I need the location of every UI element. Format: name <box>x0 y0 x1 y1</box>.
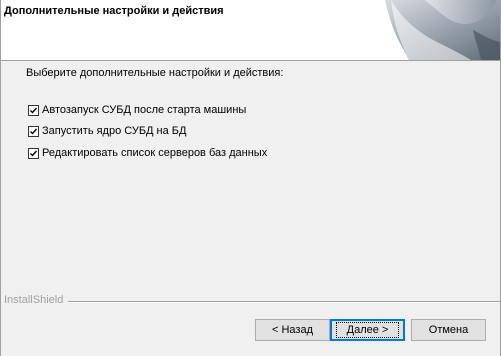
checkbox-autostart[interactable] <box>28 104 39 116</box>
option-autostart[interactable]: Автозапуск СУБД после старта машины <box>28 103 246 117</box>
header-banner: Дополнительные настройки и действия <box>0 0 501 61</box>
banner-art-image <box>385 0 501 60</box>
back-button[interactable]: < Назад <box>255 319 330 341</box>
window-left-border <box>0 0 1 356</box>
cancel-button[interactable]: Отмена <box>411 319 486 341</box>
option-start-kernel[interactable]: Запустить ядро СУБД на БД <box>28 124 186 138</box>
footer-separator <box>68 301 500 303</box>
checkmark-icon <box>30 128 38 135</box>
checkmark-icon <box>30 150 38 157</box>
option-edit-servers-label: Редактировать список серверов баз данных <box>42 147 268 159</box>
option-start-kernel-label: Запустить ядро СУБД на БД <box>42 125 187 137</box>
page-title: Дополнительные настройки и действия <box>4 5 224 17</box>
installer-window: Дополнительные настройки и действия Выбе… <box>0 0 501 356</box>
checkmark-icon <box>30 107 38 114</box>
checkbox-edit-servers[interactable] <box>28 147 39 159</box>
checkbox-start-kernel[interactable] <box>28 125 39 137</box>
option-edit-servers[interactable]: Редактировать список серверов баз данных <box>28 146 267 160</box>
option-autostart-label: Автозапуск СУБД после старта машины <box>42 104 247 116</box>
installshield-brand: InstallShield <box>4 294 64 306</box>
next-button[interactable]: Далее > <box>330 319 405 341</box>
next-button-label: Далее > <box>335 322 400 338</box>
options-prompt: Выберите дополнительные настройки и дейс… <box>26 67 284 79</box>
